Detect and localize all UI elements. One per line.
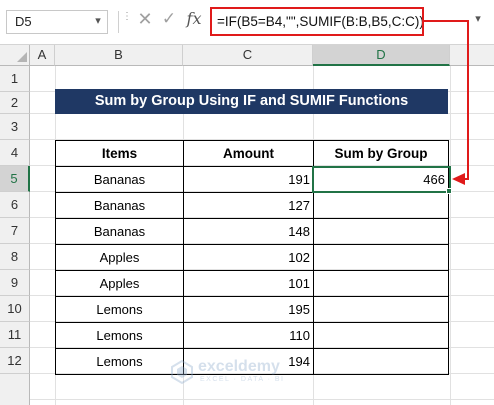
row-header-11[interactable]: 11 — [0, 322, 30, 348]
enter-icon[interactable]: ✓ — [160, 9, 178, 33]
cell-amount[interactable]: 101 — [184, 271, 314, 297]
cell-item[interactable]: Lemons — [56, 323, 184, 349]
cell-sum-by-group[interactable] — [314, 271, 449, 297]
cell-sum-by-group[interactable] — [314, 323, 449, 349]
cell-sum-by-group[interactable] — [314, 297, 449, 323]
formula-input[interactable]: =IF(B5=B4,"",SUMIF(B:B,B5,C:C)) — [210, 7, 424, 36]
fill-handle[interactable] — [446, 188, 452, 194]
column-header-d[interactable]: D — [313, 45, 450, 66]
header-items[interactable]: Items — [56, 141, 184, 167]
row-header-2[interactable]: 2 — [0, 92, 30, 114]
header-sum-by-group[interactable]: Sum by Group — [314, 141, 449, 167]
drag-handle-icon[interactable]: ⋮ — [122, 12, 132, 30]
row-header-3[interactable]: 3 — [0, 114, 30, 140]
cell-amount[interactable]: 127 — [184, 193, 314, 219]
row-header-7[interactable]: 7 — [0, 218, 30, 244]
row-header-13[interactable] — [0, 374, 30, 405]
cell-amount[interactable]: 148 — [184, 219, 314, 245]
cell-item[interactable]: Lemons — [56, 349, 184, 375]
cell-amount[interactable]: 110 — [184, 323, 314, 349]
row-header-4[interactable]: 4 — [0, 140, 30, 166]
sheet-title[interactable]: Sum by Group Using IF and SUMIF Function… — [55, 89, 448, 114]
exceldemy-logo-icon — [171, 360, 193, 384]
cell-amount[interactable]: 195 — [184, 297, 314, 323]
cell-item[interactable]: Bananas — [56, 193, 184, 219]
cell-sum-by-group[interactable] — [314, 245, 449, 271]
row-header-9[interactable]: 9 — [0, 270, 30, 296]
expand-formula-bar-icon[interactable]: ▾ — [468, 12, 488, 30]
cell-sum-by-group[interactable] — [314, 219, 449, 245]
row-header-12[interactable]: 12 — [0, 348, 30, 374]
column-header-e[interactable] — [450, 45, 494, 66]
cell-sum-by-group[interactable] — [314, 193, 449, 219]
watermark-tagline: EXCEL · DATA · BI — [200, 376, 285, 383]
cell-item[interactable]: Bananas — [56, 167, 184, 193]
column-header-c[interactable]: C — [183, 45, 313, 66]
header-amount[interactable]: Amount — [184, 141, 314, 167]
row-header-6[interactable]: 6 — [0, 192, 30, 218]
cell-item[interactable]: Bananas — [56, 219, 184, 245]
cancel-icon[interactable]: ✕ — [136, 9, 154, 33]
column-header-b[interactable]: B — [55, 45, 183, 66]
cell-item[interactable]: Apples — [56, 271, 184, 297]
gridline — [30, 399, 494, 400]
gridline — [450, 66, 451, 405]
row-header-10[interactable]: 10 — [0, 296, 30, 322]
insert-function-icon[interactable]: fx — [183, 9, 205, 33]
cell-item[interactable]: Apples — [56, 245, 184, 271]
divider — [118, 11, 119, 33]
chevron-down-icon[interactable]: ▾ — [92, 14, 104, 28]
active-cell-selection[interactable] — [312, 166, 451, 193]
cell-sum-by-group[interactable] — [314, 349, 449, 375]
cell-amount[interactable]: 102 — [184, 245, 314, 271]
select-all-icon — [17, 52, 27, 62]
row-header-8[interactable]: 8 — [0, 244, 30, 270]
row-header-1[interactable]: 1 — [0, 66, 30, 92]
column-header-a[interactable]: A — [30, 45, 55, 66]
watermark-name: exceldemy — [198, 358, 280, 375]
cell-item[interactable]: Lemons — [56, 297, 184, 323]
row-header-5[interactable]: 5 — [0, 166, 30, 192]
cell-amount[interactable]: 191 — [184, 167, 314, 193]
watermark: exceldemy EXCEL · DATA · BI — [170, 358, 330, 388]
